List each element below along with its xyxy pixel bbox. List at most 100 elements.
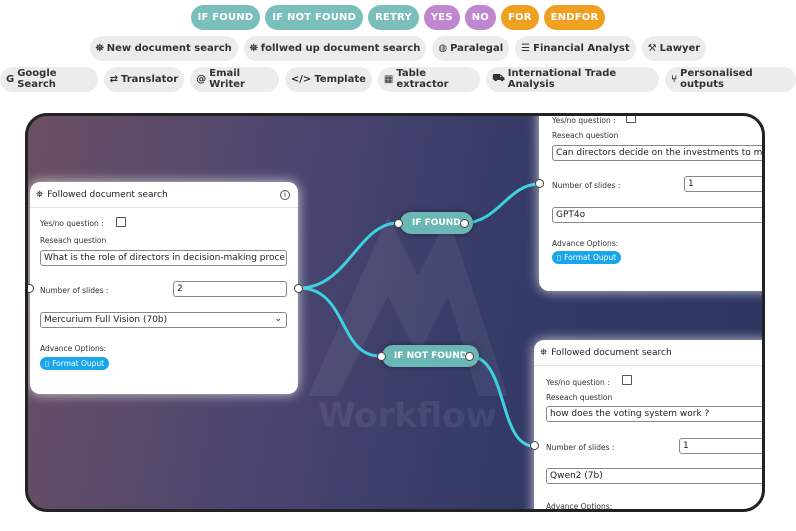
left-node-output-handle[interactable] [294,284,303,293]
agent-chip-follwed-up-document-search[interactable]: ⛯ follwed up document search [243,35,427,61]
agent-chip-international-trade-analysis[interactable]: ⛟ International Trade Analysis [486,66,660,92]
question-input[interactable]: Can directors decide on the investments … [552,145,762,161]
flow-keyword-retry[interactable]: RETRY [368,4,419,30]
agent-chip-financial-analyst[interactable]: ☰ Financial Analyst [515,35,636,61]
if-found-input-handle[interactable] [394,219,403,228]
format-output-label: Format Ouput [564,253,617,262]
slides-label: Number of slides : [552,181,621,190]
if-found-output-handle[interactable] [460,219,469,228]
question-label: Reseach question [552,131,619,140]
agent-chip-table-extractor[interactable]: ▦ Table extractor [377,66,481,92]
yesno-checkbox[interactable] [622,375,632,385]
binoculars-icon: ⛯ [540,347,548,358]
agent-chip-label: Financial Analyst [533,42,630,54]
format-output-button[interactable]: ▯ Format Ouput [552,251,622,264]
model-select[interactable]: GPT4o [552,207,762,223]
bottom-right-input-handle[interactable] [530,441,539,450]
node-title: Followed document search [551,347,672,358]
slides-input[interactable]: 2 [173,281,287,297]
followed-search-node-left[interactable]: ⛯ Followed document search i Yes/no ques… [30,182,298,394]
question-label: Reseach question [40,236,107,245]
if-not-found-output-handle[interactable] [465,352,474,361]
edge-left-to-iffound [298,221,399,290]
agent-chip-new-document-search[interactable]: ⛯ New document search [89,35,238,61]
yesno-label: Yes/no question : [546,378,610,387]
truck-icon: ⛟ [492,72,505,84]
agent-chip-label: Email Writer [209,68,245,90]
agent-chip-label: Translator [121,73,179,85]
question-input[interactable]: What is the role of directors in decisio… [40,250,287,266]
question-label: Reseach question [546,393,613,402]
yesno-checkbox[interactable] [626,116,636,123]
agent-chip-label: New document search [106,42,232,54]
slides-input[interactable]: 1 [684,176,762,192]
chevron-down-icon: ⌄ [274,314,282,324]
binoculars-icon: ⛯ [95,42,104,54]
flow-keyword-bar: IF FOUND IF NOT FOUND RETRY YES NO FOR ENDFOR [0,4,796,30]
format-output-button[interactable]: ▯ Format Ouput [40,357,110,370]
agent-toolbar-row-2: G Google Search ⇄ Translator @ Email Writer </… [0,66,796,92]
agent-chip-label: follwed up document search [260,42,421,54]
binoculars-icon: ⛯ [36,189,44,200]
edge-iffound-to-topright [463,182,540,225]
yesno-label: Yes/no question : [40,219,104,228]
agent-chip-translator[interactable]: ⇄ Translator [103,66,185,92]
agent-chip-label: Table extractor [396,68,449,90]
workflow-canvas[interactable]: Workflow ⛯ Followed document search i Ye… [25,113,765,512]
followed-search-node-bottom-right[interactable]: ⛯ Followed document search Yes/no questi… [534,340,762,511]
top-right-input-handle[interactable] [535,179,544,188]
gavel-icon: ⚒ [647,42,657,54]
branch-icon: ⑂ [671,73,678,85]
agent-chip-lawyer[interactable]: ⚒ Lawyer [641,35,707,61]
node-title: Followed document search [47,189,168,200]
agent-chip-label: Lawyer [659,42,701,54]
document-icon: ▯ [45,359,50,368]
edge-ifnotfound-to-bottomright [468,354,535,448]
agent-chip-label: Personalised outputs [680,68,753,90]
google-icon: G [6,73,15,85]
yesno-checkbox[interactable] [116,217,126,227]
model-select[interactable]: Mercurium Full Vision (70b) ⌄ [40,312,287,328]
followed-search-node-top-right[interactable]: Yes/no question : Reseach question Can d… [539,116,762,291]
flow-keyword-endfor[interactable]: ENDFOR [543,4,606,30]
info-icon[interactable]: i [280,190,290,200]
document-icon: ▯ [557,253,562,262]
agent-chip-personalised-outputs[interactable]: ⑂ Personalised outputs [665,66,796,92]
edge-left-to-ifnotfound [298,286,381,358]
table-icon: ▦ [383,73,394,85]
agent-chip-email-writer[interactable]: @ Email Writer [190,66,279,92]
agent-chip-template[interactable]: </> Template [284,66,372,92]
agent-chip-label: Google Search [17,68,57,90]
flow-keyword-no[interactable]: NO [464,4,497,30]
slides-label: Number of slides : [40,286,109,295]
binoculars-icon: ⛯ [249,42,258,54]
flow-keyword-for[interactable]: FOR [501,4,539,30]
advance-label: Advance Options: [552,239,619,248]
flow-keyword-if-found[interactable]: IF FOUND [190,4,261,30]
agent-chip-label: Paralegal [450,42,504,54]
format-output-label: Format Ouput [52,359,105,368]
if-not-found-input-handle[interactable] [377,352,386,361]
agent-chip-label: Template [314,73,366,85]
model-value: Mercurium Full Vision (70b) [44,315,168,325]
slides-label: Number of slides : [546,443,615,452]
translate-icon: ⇄ [109,73,118,85]
slides-input[interactable]: 1 [679,438,762,454]
yesno-label: Yes/no question : [552,116,616,125]
if-found-label: IF FOUND [412,218,461,228]
question-input[interactable]: how does the voting system work ? [546,406,762,422]
left-node-input-handle[interactable] [28,284,34,293]
paralegal-icon: ◍ [438,42,448,54]
advance-label: Advance Options: [546,502,613,511]
agent-chip-label: International Trade Analysis [507,68,617,90]
chart-icon: ☰ [521,42,531,54]
code-icon: </> [290,73,312,85]
model-select[interactable]: Qwen2 (7b) [546,468,762,484]
at-icon: @ [196,73,207,85]
flow-keyword-if-not-found[interactable]: IF NOT FOUND [265,4,364,30]
agent-chip-google-search[interactable]: G Google Search [0,66,98,92]
agent-chip-paralegal[interactable]: ◍ Paralegal [432,35,510,61]
advance-label: Advance Options: [40,344,107,353]
agent-toolbar-row-1: ⛯ New document search ⛯ follwed up document… [0,35,796,61]
flow-keyword-yes[interactable]: YES [423,4,460,30]
